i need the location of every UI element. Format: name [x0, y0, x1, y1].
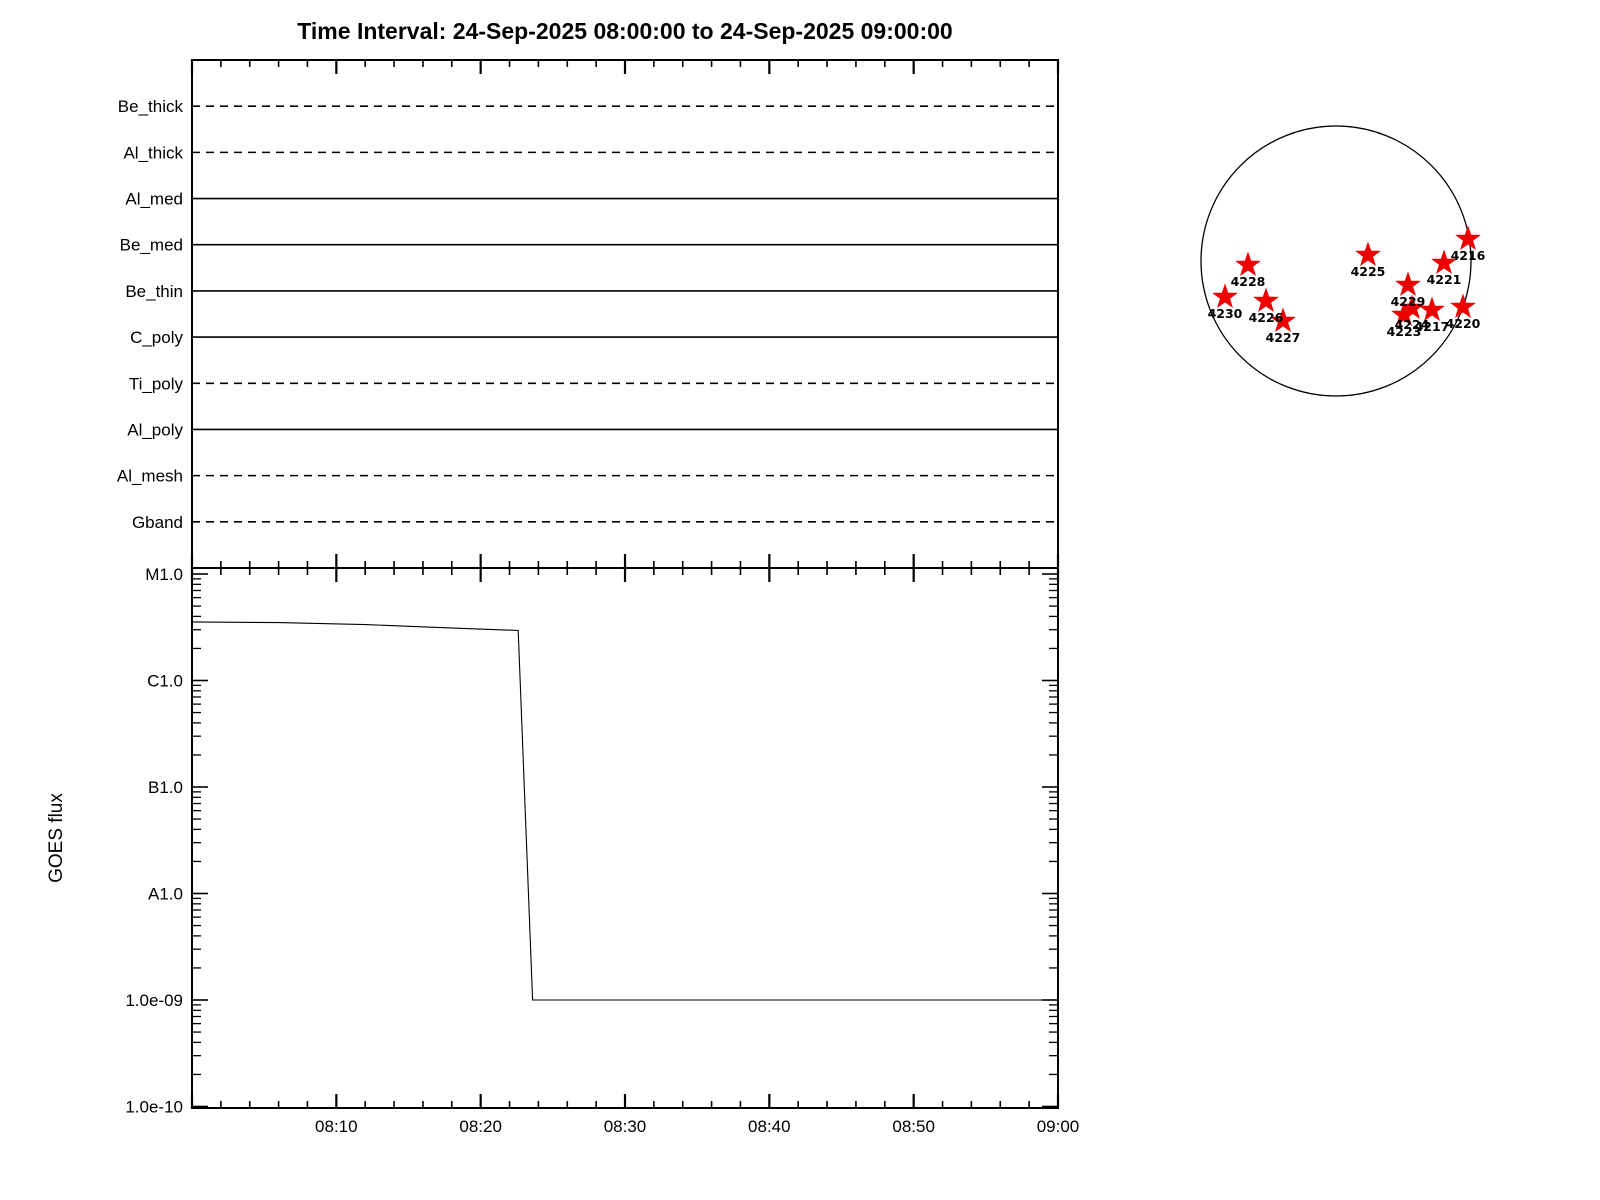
figure-root: Time Interval: 24-Sep-2025 08:00:00 to 2… — [0, 0, 1600, 1200]
active-region-star-4220 — [1450, 293, 1476, 318]
filter-label-Al_poly: Al_poly — [127, 420, 183, 439]
active-region-star-4229 — [1395, 271, 1421, 296]
goes-y-tick-label: M1.0 — [145, 565, 183, 584]
xrt-filter-panel: Be_thick Al_thick Al_med Be_med Be_thin C_pol… — [117, 59, 1060, 569]
active-region-label-4221: 4221 — [1427, 272, 1462, 287]
plots-canvas: Time Interval: 24-Sep-2025 08:00:00 to 2… — [46, 18, 1486, 1136]
active-region-star-4226 — [1253, 287, 1279, 312]
goes-y-axis-title: GOES flux — [46, 793, 67, 883]
active-region-label-4220: 4220 — [1446, 316, 1481, 331]
filter-label-Al_thick: Al_thick — [123, 143, 183, 162]
goes-x-tick-label: 08:40 — [748, 1117, 791, 1136]
goes-panel-border — [191, 567, 1059, 1109]
filter-label-C_poly: C_poly — [130, 328, 183, 347]
filter-label-Al_med: Al_med — [125, 190, 183, 209]
active-region-star-4225 — [1355, 241, 1381, 266]
active-region-star-4216 — [1455, 225, 1481, 250]
filter-label-Be_med: Be_med — [120, 236, 183, 255]
active-region-star-4228 — [1235, 251, 1261, 276]
goes-flux-line — [191, 621, 1058, 1001]
active-region-label-4228: 4228 — [1231, 274, 1266, 289]
filter-label-Al_mesh: Al_mesh — [117, 467, 183, 486]
filter-label-Ti_poly: Ti_poly — [129, 374, 184, 393]
active-region-label-4224: 4224 — [1395, 317, 1430, 332]
active-region-label-4227: 4227 — [1266, 330, 1301, 345]
plot-title: Time Interval: 24-Sep-2025 08:00:00 to 2… — [297, 18, 952, 44]
active-region-label-4226: 4226 — [1249, 310, 1284, 325]
goes-y-tick-label: 1.0e-09 — [125, 991, 183, 1010]
goes-x-tick-label: 08:50 — [892, 1117, 935, 1136]
goes-y-tick-label: 1.0e-10 — [125, 1098, 183, 1117]
goes-x-tick-label: 08:20 — [459, 1117, 502, 1136]
solar-disk-panel: 4216421742204221422342244225422642274228… — [1200, 125, 1486, 397]
goes-y-tick-label: C1.0 — [147, 672, 183, 691]
active-region-label-4216: 4216 — [1451, 248, 1486, 263]
goes-x-tick-label: 09:00 — [1037, 1117, 1080, 1136]
xrt-panel-border — [191, 59, 1059, 569]
filter-label-Be_thick: Be_thick — [118, 97, 184, 116]
goes-x-tick-label: 08:10 — [315, 1117, 358, 1136]
active-region-label-4229: 4229 — [1391, 294, 1426, 309]
goes-flux-panel: M1.0 C1.0 B1.0 A1.0 1.0e-09 1.0e-10 08:10 08:20… — [46, 565, 1079, 1136]
goes-y-tick-label: A1.0 — [148, 885, 183, 904]
filter-label-Gband: Gband — [132, 513, 183, 532]
filter-label-Be_thin: Be_thin — [125, 282, 183, 301]
active-region-label-4225: 4225 — [1351, 264, 1386, 279]
active-region-label-4230: 4230 — [1208, 306, 1243, 321]
goes-y-tick-label: B1.0 — [148, 778, 183, 797]
goes-x-tick-label: 08:30 — [604, 1117, 647, 1136]
